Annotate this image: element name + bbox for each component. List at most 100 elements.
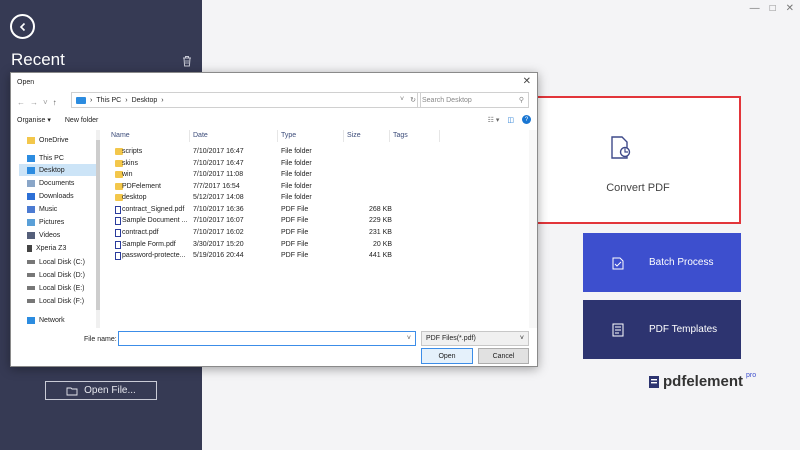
file-name-input[interactable]: ˅	[118, 331, 416, 346]
file-row[interactable]: contract.pdf 7/10/2017 16:02 PDF File 23…	[115, 228, 415, 239]
column-header-name[interactable]: Name	[111, 132, 130, 139]
chevron-down-icon[interactable]: ˅	[407, 335, 411, 342]
column-divider[interactable]	[189, 130, 190, 142]
address-bar[interactable]: › This PC › Desktop › ˅ ↻	[71, 92, 421, 108]
file-list: Name Date Type Size Tags scripts 7/10/20…	[103, 130, 537, 328]
file-size: 268 KB	[369, 206, 392, 213]
forward-arrow-icon[interactable]: →	[30, 98, 38, 107]
nav-item-videos[interactable]: Videos	[27, 229, 99, 241]
file-row[interactable]: desktop 5/12/2017 14:08 File folder	[115, 193, 415, 204]
file-size: 20 KB	[373, 241, 393, 248]
chevron-down-icon[interactable]: ˅	[400, 96, 404, 104]
chevron-down-icon: ˅	[519, 335, 524, 342]
search-input[interactable]: Search Desktop ⚲	[417, 92, 529, 108]
batch-process-tile[interactable]: Batch Process	[583, 233, 741, 292]
nav-item-music[interactable]: Music	[27, 203, 99, 215]
disk-icon	[27, 273, 35, 277]
pdf-file-icon	[115, 217, 121, 225]
column-divider[interactable]	[389, 130, 390, 142]
disk-icon	[27, 260, 35, 264]
nav-item-downloads[interactable]: Downloads	[27, 190, 99, 202]
file-type: File folder	[281, 183, 312, 190]
pdf-file-icon	[115, 252, 121, 260]
organise-button[interactable]: Organise ▾	[17, 116, 51, 124]
close-window-icon[interactable]: ✕	[786, 3, 794, 14]
file-row[interactable]: win 7/10/2017 11:08 File folder	[115, 170, 415, 181]
cancel-button[interactable]: Cancel	[478, 348, 529, 364]
music-icon	[27, 205, 35, 213]
file-type: PDF File	[281, 217, 309, 224]
open-file-button[interactable]: Open File...	[45, 381, 157, 400]
computer-icon	[76, 96, 86, 104]
column-divider[interactable]	[277, 130, 278, 142]
nav-item-documents[interactable]: Documents	[27, 177, 99, 189]
file-type-select[interactable]: PDF Files(*.pdf) ˅	[421, 331, 529, 346]
convert-pdf-icon	[611, 136, 631, 159]
file-row[interactable]: contract_Signed.pdf 7/10/2017 16:36 PDF …	[115, 205, 415, 216]
back-button[interactable]	[10, 14, 35, 39]
nav-item-this-pc[interactable]: This PC	[27, 152, 99, 164]
file-row[interactable]: skins 7/10/2017 16:47 File folder	[115, 159, 415, 170]
nav-item-disk-e[interactable]: Local Disk (E:)	[27, 282, 99, 294]
refresh-icon[interactable]: ↻	[410, 96, 416, 104]
pdf-templates-tile[interactable]: PDF Templates	[583, 300, 741, 359]
file-row[interactable]: PDFelement 7/7/2017 16:54 File folder	[115, 182, 415, 193]
file-name: contract_Signed.pdf	[122, 206, 185, 213]
trash-icon[interactable]	[181, 55, 193, 67]
nav-item-disk-c[interactable]: Local Disk (C:)	[27, 256, 99, 268]
file-list-scrollbar[interactable]	[529, 130, 537, 328]
up-arrow-icon[interactable]: ↑	[53, 98, 57, 107]
scrollbar-thumb[interactable]	[96, 140, 100, 310]
column-header-size[interactable]: Size	[347, 132, 361, 139]
nav-item-desktop[interactable]: Desktop	[19, 164, 99, 176]
column-divider[interactable]	[439, 130, 440, 142]
help-icon[interactable]: ?	[522, 115, 531, 124]
column-header-type[interactable]: Type	[281, 132, 296, 139]
nav-item-onedrive[interactable]: OneDrive	[27, 134, 99, 146]
file-type: PDF File	[281, 206, 309, 213]
file-date: 7/10/2017 16:36	[193, 206, 244, 213]
new-folder-button[interactable]: New folder	[65, 117, 98, 124]
column-header-date[interactable]: Date	[193, 132, 208, 139]
chevron-down-icon[interactable]: ˅	[43, 98, 48, 107]
breadcrumb-desktop[interactable]: Desktop	[132, 97, 158, 104]
view-options-icon[interactable]: ☷ ▾	[488, 116, 500, 124]
open-button[interactable]: Open	[421, 348, 473, 364]
file-type: PDF File	[281, 252, 309, 259]
column-header-tags[interactable]: Tags	[393, 132, 408, 139]
open-file-label: Open File...	[84, 385, 136, 396]
preview-pane-icon[interactable]: ◫	[507, 116, 514, 124]
breadcrumb-this-pc[interactable]: This PC	[96, 97, 121, 104]
maximize-icon[interactable]: □	[770, 3, 776, 14]
nav-item-pictures[interactable]: Pictures	[27, 216, 99, 228]
dialog-close-icon[interactable]: ✕	[523, 76, 531, 87]
file-date: 3/30/2017 15:20	[193, 241, 244, 248]
file-name: Sample Document ...	[122, 217, 188, 224]
disk-icon	[27, 286, 35, 290]
column-divider[interactable]	[343, 130, 344, 142]
breadcrumb-separator-icon: ›	[90, 96, 93, 104]
file-type: File folder	[281, 148, 312, 155]
file-row[interactable]: password-protecte... 5/19/2016 20:44 PDF…	[115, 251, 415, 262]
convert-pdf-card[interactable]: Convert PDF	[535, 96, 741, 224]
nav-item-disk-f[interactable]: Local Disk (F:)	[27, 295, 99, 307]
nav-scrollbar[interactable]	[96, 130, 100, 328]
file-row[interactable]: Sample Document ... 7/10/2017 16:07 PDF …	[115, 216, 415, 227]
file-type: PDF File	[281, 229, 309, 236]
folder-open-icon	[66, 387, 78, 395]
nav-item-xperia[interactable]: Xperia Z3	[27, 242, 99, 254]
nav-item-network[interactable]: Network	[27, 314, 99, 326]
nav-item-disk-d[interactable]: Local Disk (D:)	[27, 269, 99, 281]
back-arrow-icon[interactable]: ←	[17, 98, 25, 107]
file-name: scripts	[122, 148, 143, 155]
nav-item-label: Downloads	[39, 192, 74, 200]
minimize-icon[interactable]: —	[750, 3, 760, 14]
file-type: File folder	[281, 160, 312, 167]
file-date: 7/10/2017 11:08	[193, 171, 244, 178]
file-row[interactable]: Sample Form.pdf 3/30/2017 15:20 PDF File…	[115, 240, 415, 251]
documents-icon	[27, 179, 35, 187]
file-name: Sample Form.pdf	[122, 241, 176, 248]
file-size: 229 KB	[369, 217, 392, 224]
pdfelement-logo-icon	[649, 375, 659, 388]
file-row[interactable]: scripts 7/10/2017 16:47 File folder	[115, 147, 415, 158]
